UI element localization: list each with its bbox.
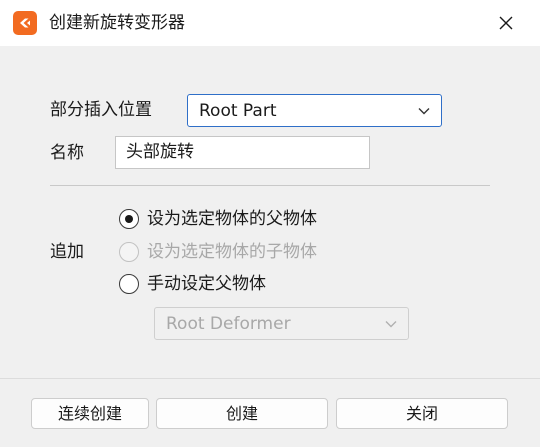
section-divider: [50, 185, 490, 186]
radio-set-as-parent[interactable]: [119, 209, 139, 229]
window-close-button[interactable]: [486, 8, 526, 38]
window-title: 创建新旋转变形器: [49, 13, 185, 33]
dialog-window: 创建新旋转变形器 部分插入位置 Root Part 名称 头部旋转 追加 设为选…: [0, 0, 540, 447]
part-position-label: 部分插入位置: [50, 100, 152, 120]
part-position-value: Root Part: [199, 101, 277, 121]
part-position-select[interactable]: Root Part: [187, 94, 442, 127]
chevron-down-icon: [418, 108, 430, 115]
parent-deformer-select: Root Deformer: [154, 307, 409, 340]
footer-separator: [0, 378, 540, 379]
app-logo-icon: [13, 11, 37, 35]
close-icon: [499, 16, 513, 30]
name-label: 名称: [50, 143, 84, 163]
continue-create-button[interactable]: 连续创建: [31, 398, 149, 429]
parent-deformer-value: Root Deformer: [166, 314, 291, 334]
radio-set-as-child: [119, 242, 139, 262]
name-input[interactable]: 头部旋转: [115, 136, 370, 169]
title-bar: 创建新旋转变形器: [0, 0, 540, 46]
create-button[interactable]: 创建: [156, 398, 328, 429]
append-label: 追加: [50, 242, 84, 262]
radio-set-as-child-label: 设为选定物体的子物体: [147, 242, 317, 262]
chevron-down-icon: [385, 321, 397, 328]
radio-manual-parent-label: 手动设定父物体: [147, 274, 266, 294]
close-button[interactable]: 关闭: [336, 398, 508, 429]
radio-manual-parent[interactable]: [119, 274, 139, 294]
radio-set-as-parent-label: 设为选定物体的父物体: [147, 209, 317, 229]
name-value: 头部旋转: [126, 142, 194, 162]
